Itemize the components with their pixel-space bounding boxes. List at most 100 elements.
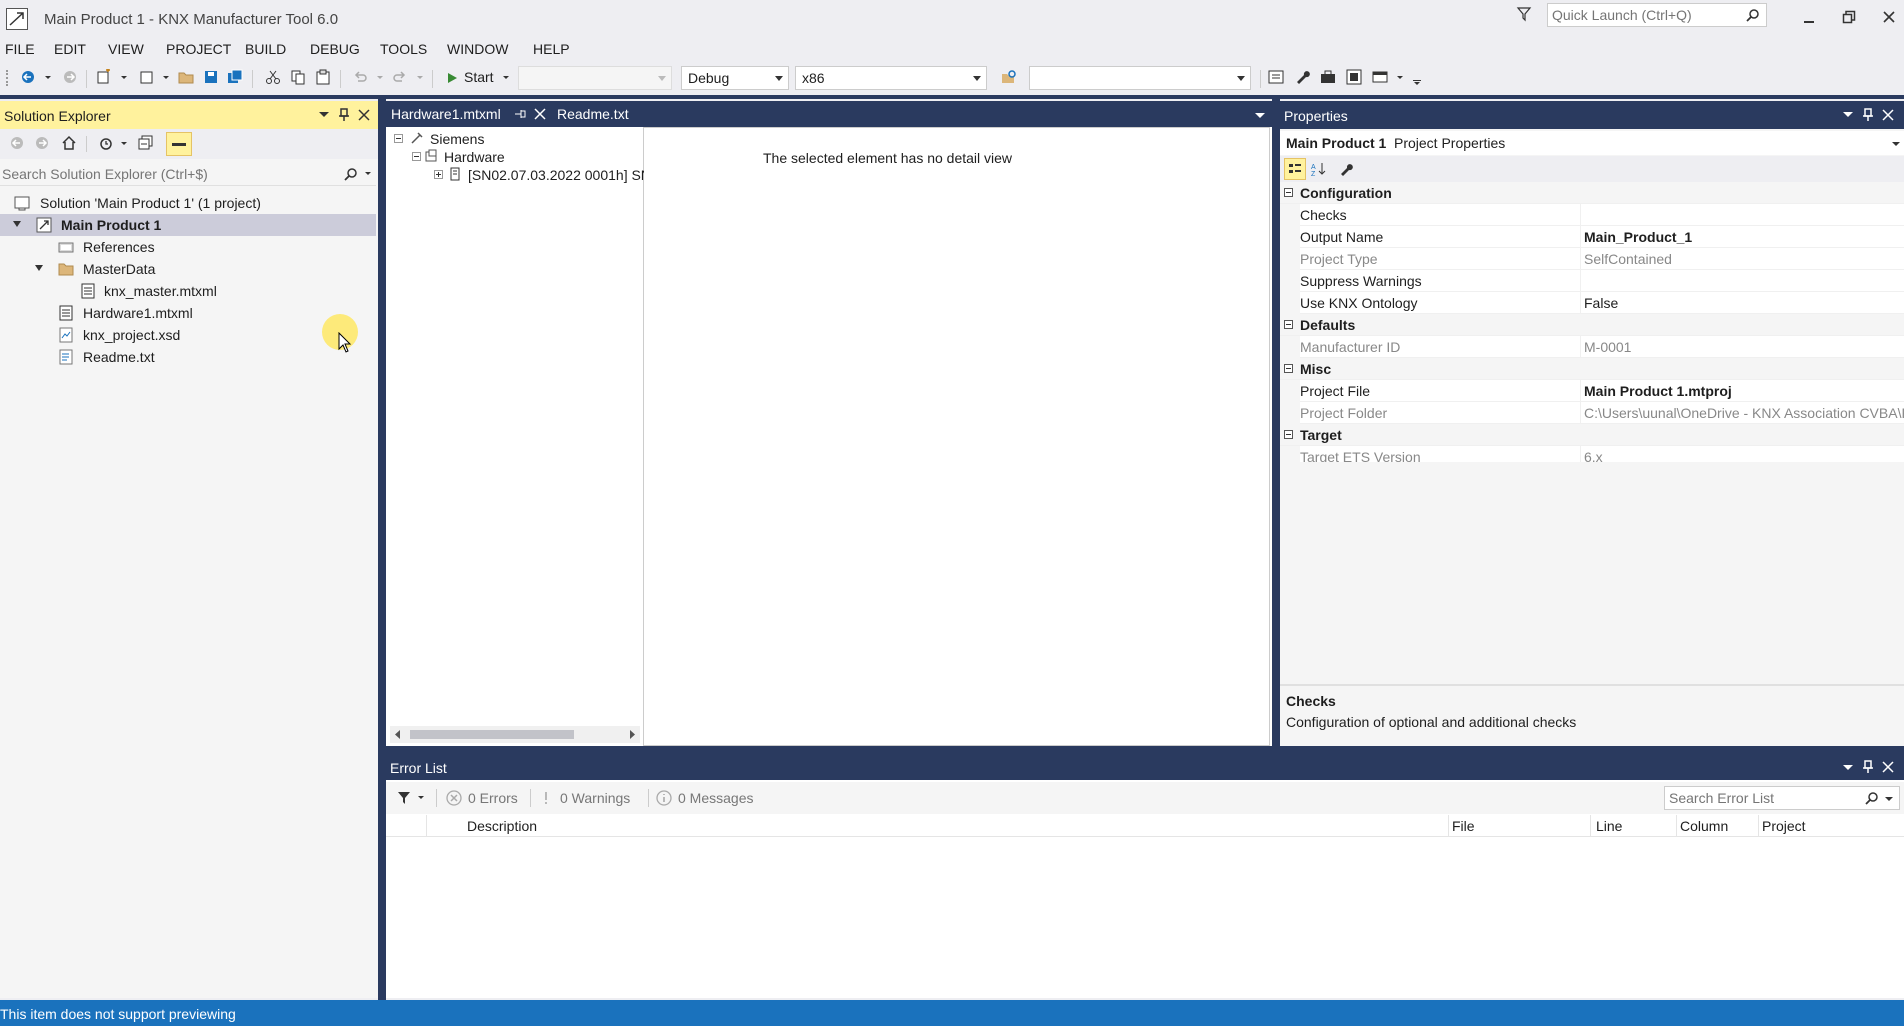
dock-splitter-right[interactable] (1272, 95, 1280, 750)
tree-item-readme[interactable]: Readme.txt (0, 346, 376, 368)
alphabetical-sort-icon[interactable]: AZ (1310, 161, 1326, 177)
quick-launch-box[interactable] (1547, 3, 1767, 27)
menu-view[interactable]: VIEW (108, 41, 144, 57)
tree-item-masterdata[interactable]: MasterData (0, 258, 376, 280)
tree-item-solution[interactable]: Solution 'Main Product 1' (1 project) (0, 192, 376, 214)
tab-close-icon[interactable] (534, 108, 546, 120)
panel-options-dropdown-icon[interactable] (1842, 762, 1854, 774)
navigate-forward-icon[interactable] (62, 69, 78, 85)
app-logo-icon[interactable] (6, 8, 28, 30)
property-value[interactable]: False (1584, 295, 1904, 311)
collapse-box-icon[interactable] (1284, 430, 1293, 439)
solution-explorer-icon[interactable] (1268, 69, 1284, 85)
tree-horizontal-scrollbar[interactable] (390, 726, 640, 743)
property-row-project-type[interactable]: Project Type SelfContained (1280, 248, 1904, 270)
redo-icon[interactable] (392, 69, 408, 85)
menu-tools[interactable]: TOOLS (380, 41, 427, 57)
chevron-down-icon[interactable] (1892, 141, 1900, 147)
minimize-icon[interactable] (1802, 12, 1816, 26)
menu-window[interactable]: WINDOW (447, 41, 508, 57)
add-item-icon[interactable] (138, 69, 154, 85)
menu-project[interactable]: PROJECT (166, 41, 231, 57)
close-window-icon[interactable] (1882, 10, 1896, 24)
quick-launch-input[interactable] (1552, 6, 1732, 24)
close-panel-icon[interactable] (358, 109, 370, 121)
solution-configuration-select[interactable]: Debug (681, 66, 789, 90)
search-options-dropdown-icon[interactable] (364, 170, 372, 178)
properties-wrench-icon[interactable] (1294, 69, 1310, 85)
property-row-manufacturer-id[interactable]: Manufacturer ID M-0001 (1280, 336, 1904, 358)
property-row-use-knx-ontology[interactable]: Use KNX Ontology False (1280, 292, 1904, 314)
property-value[interactable]: Main Product 1.mtproj (1584, 383, 1904, 399)
property-value[interactable]: C:\Users\uunal\OneDrive - KNX Associatio… (1584, 405, 1904, 421)
menu-file[interactable]: FILE (5, 41, 35, 57)
expanded-arrow-icon[interactable] (13, 221, 21, 227)
column-header-column[interactable]: Column (1680, 818, 1728, 834)
properties-object-selector[interactable]: Main Product 1 Project Properties (1280, 131, 1904, 155)
solution-explorer-search[interactable] (0, 162, 376, 186)
find-combo[interactable] (1029, 66, 1251, 90)
new-project-icon[interactable] (96, 69, 112, 85)
filter-icon[interactable] (1516, 6, 1532, 22)
menu-debug[interactable]: DEBUG (310, 41, 360, 57)
tree-node-hardware[interactable]: Hardware (412, 148, 632, 168)
expanded-arrow-icon[interactable] (35, 265, 43, 271)
menu-build[interactable]: BUILD (245, 41, 286, 57)
scroll-right-icon[interactable] (628, 730, 636, 739)
menu-help[interactable]: HELP (533, 41, 570, 57)
save-all-icon[interactable] (227, 69, 243, 85)
tree-item-hardware1[interactable]: Hardware1.mtxml (0, 302, 376, 324)
tree-item-project[interactable]: Main Product 1 (0, 214, 376, 236)
collapse-box-icon[interactable] (1284, 320, 1293, 329)
tree-node-siemens[interactable]: Siemens (394, 130, 634, 150)
column-separator[interactable] (1676, 815, 1677, 837)
menu-edit[interactable]: EDIT (54, 41, 86, 57)
tree-item-knx-project-xsd[interactable]: knx_project.xsd (0, 324, 376, 346)
save-icon[interactable] (203, 69, 219, 85)
forward-icon[interactable] (34, 135, 50, 151)
tab-readme[interactable]: Readme.txt (552, 101, 652, 127)
errors-filter-button[interactable]: 0 Errors (446, 788, 538, 808)
warnings-filter-button[interactable]: 0 Warnings (538, 788, 648, 808)
open-folder-icon[interactable] (178, 69, 194, 85)
property-value[interactable]: M-0001 (1584, 339, 1904, 355)
error-search-box[interactable] (1664, 786, 1900, 810)
collapse-box-icon[interactable] (394, 134, 403, 143)
property-value[interactable]: SelfContained (1584, 251, 1904, 267)
cut-icon[interactable] (265, 69, 281, 85)
categorized-view-button[interactable] (1284, 158, 1306, 180)
object-browser-icon[interactable] (1346, 69, 1362, 85)
find-in-files-icon[interactable] (1001, 69, 1017, 85)
new-project-dropdown-icon[interactable] (120, 69, 128, 85)
panel-options-dropdown-icon[interactable] (1842, 109, 1854, 121)
properties-header[interactable]: Properties (1280, 101, 1904, 129)
search-icon[interactable] (344, 167, 358, 181)
column-separator[interactable] (1590, 815, 1591, 837)
toolbar-grip[interactable] (6, 70, 9, 86)
window-layout-icon[interactable] (1372, 69, 1388, 85)
dock-splitter-bottom[interactable] (386, 746, 1904, 754)
restore-icon[interactable] (1842, 10, 1856, 24)
pin-icon[interactable] (1862, 760, 1874, 774)
pin-icon[interactable] (338, 108, 350, 122)
property-row-project-folder[interactable]: Project Folder C:\Users\uunal\OneDrive - … (1280, 402, 1904, 424)
property-value[interactable]: Main_Product_1 (1584, 229, 1904, 245)
home-icon[interactable] (61, 135, 77, 151)
close-panel-icon[interactable] (1882, 109, 1894, 121)
collapse-box-icon[interactable] (1284, 364, 1293, 373)
properties-toggle-button[interactable] (166, 132, 192, 156)
collapse-all-icon[interactable] (138, 135, 154, 151)
redo-dropdown-icon[interactable] (416, 69, 424, 85)
property-pages-wrench-icon[interactable] (1338, 161, 1354, 177)
search-options-dropdown-icon[interactable] (1885, 796, 1893, 802)
scrollbar-thumb[interactable] (410, 730, 574, 739)
close-panel-icon[interactable] (1882, 761, 1894, 773)
solution-explorer-header[interactable]: Solution Explorer (0, 101, 378, 129)
start-dropdown-icon[interactable] (502, 72, 510, 84)
history-icon[interactable] (98, 135, 114, 151)
tab-list-dropdown-icon[interactable] (1254, 110, 1266, 120)
tree-item-references[interactable]: References (0, 236, 376, 258)
search-icon[interactable] (1865, 791, 1879, 805)
category-misc[interactable]: Misc (1280, 358, 1904, 380)
pin-icon[interactable] (1862, 108, 1874, 122)
